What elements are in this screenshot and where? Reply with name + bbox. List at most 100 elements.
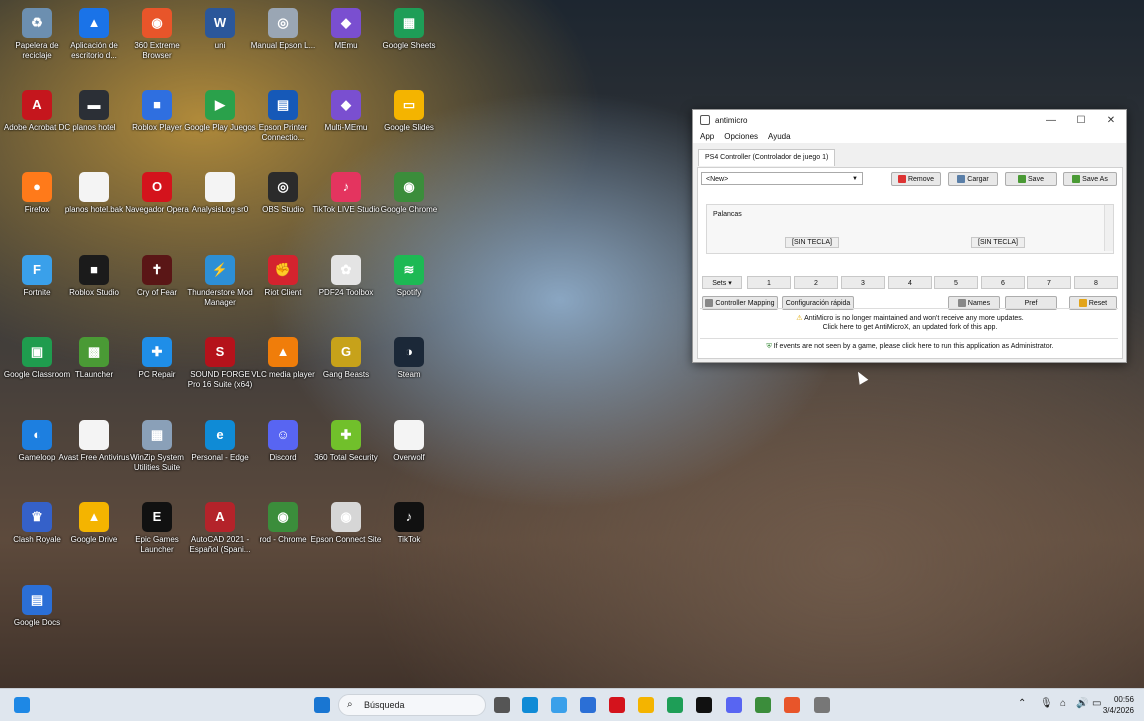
app-icon: ◉ xyxy=(394,172,424,202)
search-placeholder: Búsqueda xyxy=(364,700,405,710)
app-icon: F xyxy=(22,255,52,285)
app-icon: E xyxy=(142,502,172,532)
profile-select[interactable]: <New> ▼ xyxy=(701,172,863,185)
menu-app[interactable]: App xyxy=(700,132,714,141)
set-button-6[interactable]: 6 xyxy=(981,276,1025,289)
sheets-icon[interactable] xyxy=(667,697,683,713)
sticks-scrollbar[interactable] xyxy=(1104,205,1113,251)
search-box[interactable]: ⌕ Búsqueda xyxy=(338,694,486,716)
store-icon[interactable] xyxy=(580,697,596,713)
shield-icon: ⛨ xyxy=(766,343,772,350)
antimicro-taskbar-icon[interactable] xyxy=(814,697,830,713)
app-icon: A xyxy=(205,502,235,532)
volume-icon[interactable]: 🔊 xyxy=(1076,698,1088,709)
copilot-icon[interactable] xyxy=(551,697,567,713)
admin-notice-text: If events are not seen by a game, please… xyxy=(773,343,1054,350)
update-notice[interactable]: ⚠ AntiMicro is no longer maintained and … xyxy=(698,314,1122,332)
desktop-icon[interactable]: ♪ TikTok xyxy=(372,498,446,545)
sets-dropdown[interactable]: Sets ▾ xyxy=(702,276,742,289)
microphone-icon[interactable]: 🎙 xyxy=(1040,698,1053,709)
app-icon: ▦ xyxy=(142,420,172,450)
set-button-4[interactable]: 4 xyxy=(888,276,932,289)
browser-360-icon[interactable] xyxy=(784,697,800,713)
clock-time: 00:56 xyxy=(1113,695,1134,704)
desktop-icon[interactable]: Overwolf xyxy=(372,416,446,463)
app-icon: ◑ xyxy=(394,337,424,367)
app-icon: ▲ xyxy=(79,502,109,532)
opera-icon[interactable] xyxy=(609,697,625,713)
app-icon: ⚡ xyxy=(205,255,235,285)
chrome-icon[interactable] xyxy=(755,697,771,713)
sticks-area: Palancas [SIN TECLA] [SIN TECLA] xyxy=(706,204,1114,254)
remove-label: Remove xyxy=(907,176,935,183)
desktop-icon[interactable]: ▤ Google Docs xyxy=(0,581,74,628)
app-icon: ▤ xyxy=(22,585,52,615)
save-as-label: Save As xyxy=(1082,176,1108,183)
app-icon: A xyxy=(22,90,52,120)
save-button[interactable]: Save xyxy=(1005,172,1057,186)
app-icon: ◉ xyxy=(268,502,298,532)
desktop-icon-label: Google Docs xyxy=(13,618,61,627)
app-icon: ♪ xyxy=(394,502,424,532)
desktop-icon[interactable]: ≋ Spotify xyxy=(372,251,446,298)
set-button-8[interactable]: 8 xyxy=(1074,276,1118,289)
app-icon: ✊ xyxy=(268,255,298,285)
app-icon: ■ xyxy=(79,255,109,285)
battery-icon[interactable]: ▭ xyxy=(1092,698,1101,709)
app-icon: ✚ xyxy=(331,420,361,450)
left-stick-button[interactable]: [SIN TECLA] xyxy=(785,237,839,248)
app-icon: ▣ xyxy=(22,337,52,367)
admin-notice[interactable]: ⛨ If events are not seen by a game, plea… xyxy=(698,343,1122,351)
set-button-1[interactable]: 1 xyxy=(747,276,791,289)
app-icon: ≋ xyxy=(394,255,424,285)
menu-options[interactable]: Opciones xyxy=(724,132,758,141)
right-stick-button[interactable]: [SIN TECLA] xyxy=(971,237,1025,248)
set-button-2[interactable]: 2 xyxy=(794,276,838,289)
warning-icon: ⚠ xyxy=(796,315,803,322)
discord-icon[interactable] xyxy=(726,697,742,713)
app-icon: ▲ xyxy=(268,337,298,367)
search-icon: ⌕ xyxy=(347,699,353,710)
set-button-7[interactable]: 7 xyxy=(1027,276,1071,289)
app-icon xyxy=(700,115,710,125)
desktop-icon-label: TikTok xyxy=(397,535,421,544)
maximize-icon[interactable]: ☐ xyxy=(1066,115,1096,126)
desktop-icon[interactable]: ▭ Google Slides xyxy=(372,86,446,133)
sets-label: Sets xyxy=(712,280,727,287)
remove-button[interactable]: Remove xyxy=(891,172,941,186)
notice-line1: AntiMicro is no longer maintained and wo… xyxy=(804,315,1024,322)
app-icon: ✝ xyxy=(142,255,172,285)
app-icon: ♻ xyxy=(22,8,52,38)
app-icon: ◎ xyxy=(268,172,298,202)
start-icon[interactable] xyxy=(314,697,330,713)
task-view-icon[interactable] xyxy=(494,697,510,713)
notice-line2: Click here to get AntiMicroX, an updated… xyxy=(822,324,998,331)
chevron-up-icon[interactable]: ⌃ xyxy=(1018,698,1026,709)
title-bar[interactable]: antimicro — ☐ ✕ xyxy=(693,110,1126,130)
chevron-down-icon: ▼ xyxy=(852,176,858,182)
separator xyxy=(700,308,1118,309)
clock[interactable]: 00:56 3/4/2026 xyxy=(1103,694,1134,716)
tab-ps4-controller[interactable]: PS4 Controller (Controlador de juego 1) xyxy=(698,149,836,166)
app-icon: ▩ xyxy=(79,337,109,367)
menu-help[interactable]: Ayuda xyxy=(768,132,791,141)
file-explorer-icon[interactable] xyxy=(638,697,654,713)
set-button-3[interactable]: 3 xyxy=(841,276,885,289)
desktop-icon[interactable]: ▦ Google Sheets xyxy=(372,4,446,51)
reset-icon xyxy=(1078,299,1087,308)
close-icon[interactable]: ✕ xyxy=(1096,115,1126,126)
network-icon[interactable]: ⌂ xyxy=(1060,698,1066,709)
widgets-icon[interactable] xyxy=(14,697,30,713)
load-button[interactable]: Cargar xyxy=(948,172,998,186)
set-button-5[interactable]: 5 xyxy=(934,276,978,289)
minimize-icon[interactable]: — xyxy=(1036,115,1066,126)
clock-date: 3/4/2026 xyxy=(1102,706,1134,715)
desktop-icon[interactable]: ◉ Google Chrome xyxy=(372,168,446,215)
app-icon: ◉ xyxy=(331,502,361,532)
gamepad-icon xyxy=(705,299,714,308)
desktop-icon[interactable]: ◑ Steam xyxy=(372,333,446,380)
edge-icon[interactable] xyxy=(522,697,538,713)
tiktok-icon[interactable] xyxy=(696,697,712,713)
load-label: Cargar xyxy=(967,176,989,183)
save-as-button[interactable]: Save As xyxy=(1063,172,1117,186)
